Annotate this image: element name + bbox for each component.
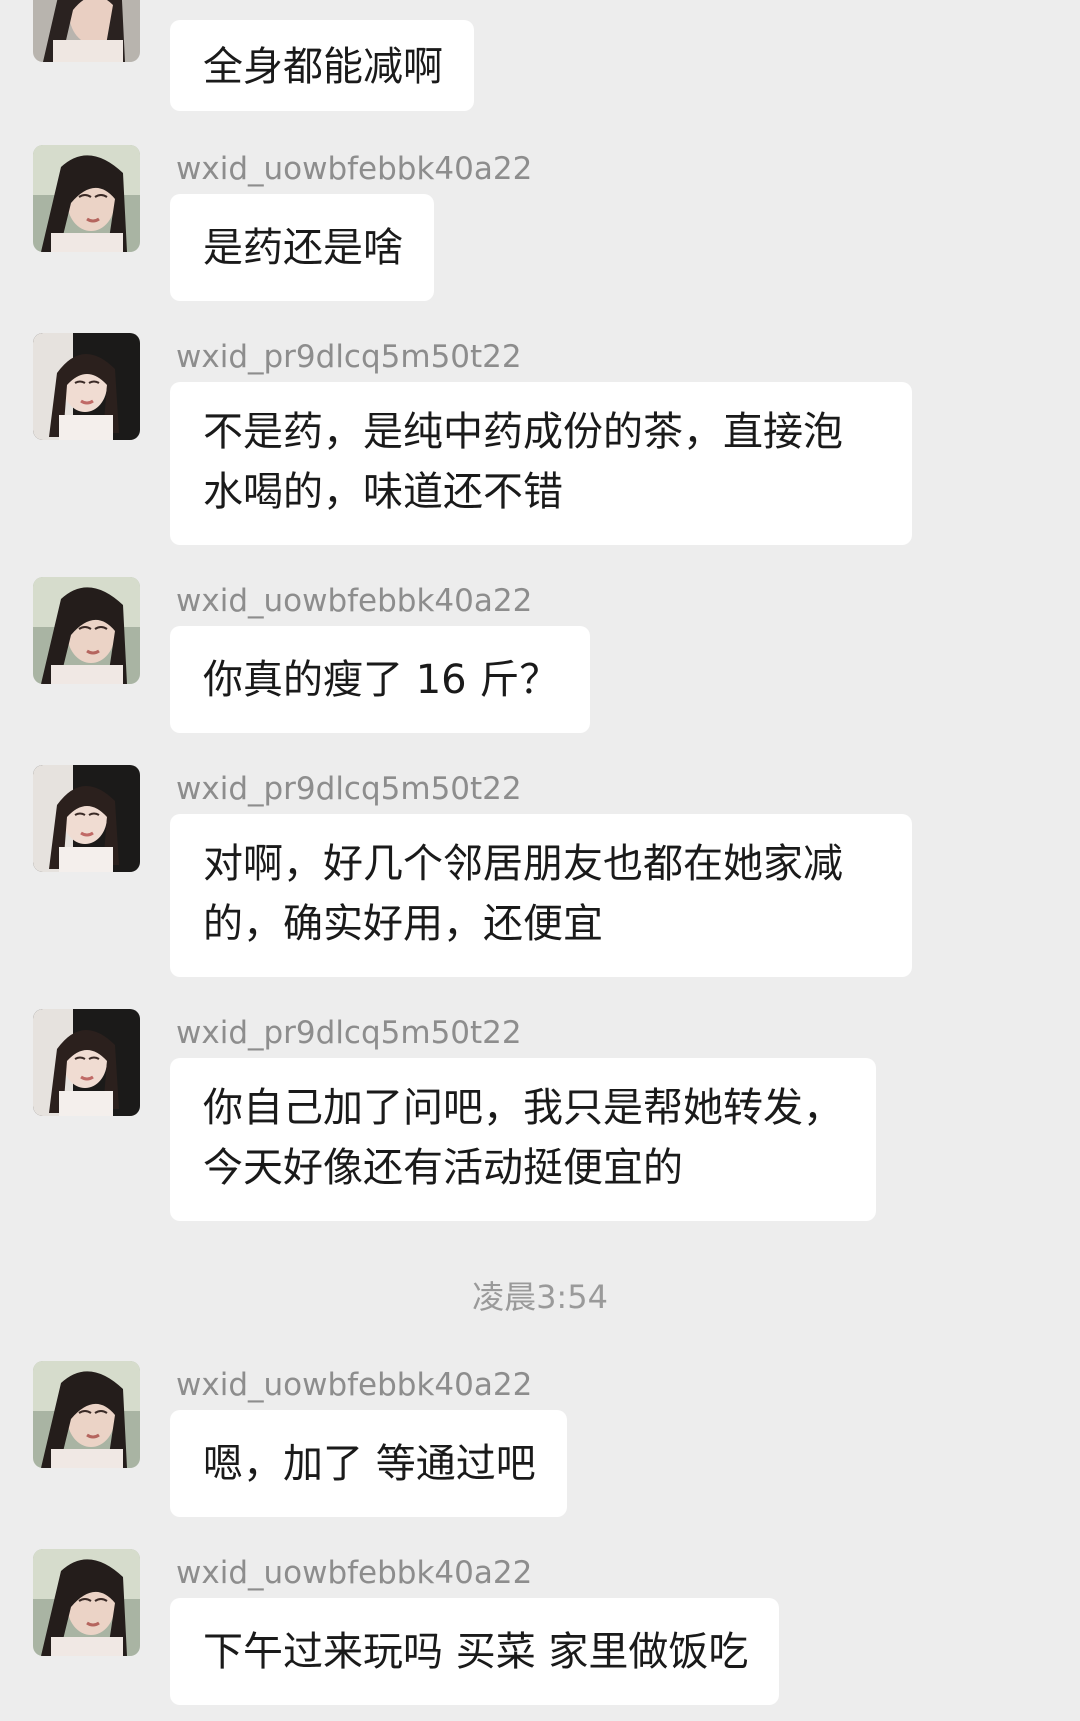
message-text: 全身都能减啊	[203, 44, 443, 90]
message-bubble[interactable]: 嗯，加了 等通过吧	[170, 1410, 567, 1517]
sender-name[interactable]: wxid_pr9dlcq5m50t22	[176, 338, 522, 376]
avatar[interactable]	[33, 333, 140, 440]
message-bubble[interactable]: 不是药，是纯中药成份的茶，直接泡水喝的，味道还不错	[170, 382, 912, 545]
message-text: 你真的瘦了 16 斤？	[203, 657, 560, 703]
avatar[interactable]	[33, 145, 140, 252]
avatar[interactable]	[33, 1361, 140, 1468]
message-text: 下午过来玩吗 买菜 家里做饭吃	[203, 1629, 749, 1675]
sender-name[interactable]: wxid_uowbfebbk40a22	[176, 1366, 532, 1404]
avatar[interactable]	[33, 765, 140, 872]
message-bubble[interactable]: 对啊，好几个邻居朋友也都在她家减的，确实好用，还便宜	[170, 814, 912, 977]
message-text: 不是药，是纯中药成份的茶，直接泡水喝的，味道还不错	[203, 409, 843, 515]
message-bubble[interactable]: 你自己加了问吧，我只是帮她转发，今天好像还有活动挺便宜的	[170, 1058, 876, 1221]
message-bubble[interactable]: 下午过来玩吗 买菜 家里做饭吃	[170, 1598, 780, 1705]
avatar[interactable]	[33, 577, 140, 684]
message-text: 是药还是啥	[203, 225, 403, 271]
avatar[interactable]	[33, 1009, 140, 1116]
message-text: 对啊，好几个邻居朋友也都在她家减的，确实好用，还便宜	[203, 841, 843, 947]
timestamp: 凌晨3:54	[472, 1278, 608, 1316]
sender-name[interactable]: wxid_pr9dlcq5m50t22	[176, 770, 522, 808]
message-text: 你自己加了问吧，我只是帮她转发，今天好像还有活动挺便宜的	[203, 1085, 843, 1191]
message-text: 嗯，加了 等通过吧	[203, 1441, 536, 1487]
avatar[interactable]	[33, 0, 140, 62]
avatar[interactable]	[33, 1549, 140, 1656]
message-bubble[interactable]: 全身都能减啊	[170, 20, 474, 111]
sender-name[interactable]: wxid_uowbfebbk40a22	[176, 1554, 532, 1592]
sender-name[interactable]: wxid_uowbfebbk40a22	[176, 150, 532, 188]
message-bubble[interactable]: 是药还是啥	[170, 194, 434, 301]
sender-name[interactable]: wxid_uowbfebbk40a22	[176, 582, 532, 620]
message-bubble[interactable]: 你真的瘦了 16 斤？	[170, 626, 591, 733]
sender-name[interactable]: wxid_pr9dlcq5m50t22	[176, 1014, 522, 1052]
